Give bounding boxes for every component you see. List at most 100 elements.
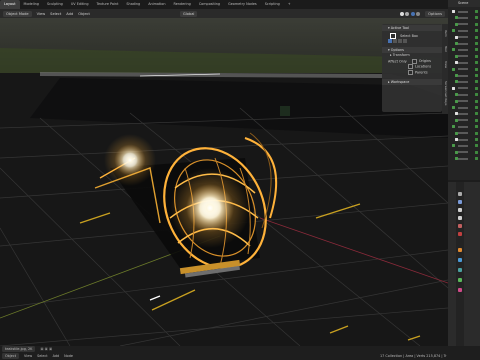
outliner-row[interactable] — [448, 143, 480, 148]
image-name-field[interactable]: teakstile.jpg, 2K — [2, 346, 36, 352]
status-menu-view[interactable]: View — [24, 353, 32, 359]
tab-animation[interactable]: Animation — [144, 0, 169, 9]
visibility-icon[interactable] — [475, 22, 478, 26]
outliner-row[interactable] — [448, 150, 480, 155]
outliner-row[interactable] — [448, 15, 480, 20]
outliner-row[interactable] — [448, 124, 480, 129]
physics-tab-icon[interactable] — [458, 278, 462, 282]
outliner-row[interactable] — [448, 131, 480, 136]
output-tab-icon[interactable] — [458, 208, 462, 212]
material-tab-icon[interactable] — [458, 288, 462, 292]
visibility-icon[interactable] — [475, 150, 478, 154]
tab-geometry-nodes[interactable]: Geometry Nodes — [224, 0, 261, 9]
outliner-row[interactable] — [448, 60, 480, 65]
visibility-icon[interactable] — [475, 29, 478, 33]
tab-rendering[interactable]: Rendering — [169, 0, 194, 9]
outliner-row[interactable] — [448, 22, 480, 27]
visibility-icon[interactable] — [475, 61, 478, 65]
properties-editor[interactable] — [448, 182, 480, 346]
origins-checkbox[interactable]: Origins — [411, 58, 431, 64]
outliner-row[interactable] — [448, 54, 480, 59]
node-editor-header: Object View Select Add Node — [2, 353, 73, 359]
outliner-row[interactable] — [448, 9, 480, 14]
visibility-icon[interactable] — [475, 16, 478, 20]
visibility-icon[interactable] — [475, 86, 478, 90]
locations-label: Locations — [415, 64, 432, 69]
outliner-row[interactable] — [448, 118, 480, 123]
tab-compositing[interactable]: Compositing — [195, 0, 224, 9]
add-workspace-button[interactable]: + — [284, 0, 295, 9]
tab-modeling[interactable]: Modeling — [20, 0, 43, 9]
visibility-icon[interactable] — [475, 35, 478, 39]
menu-add[interactable]: Add — [66, 12, 73, 16]
tab-uv-editing[interactable]: UV Editing — [67, 0, 93, 9]
outliner-row[interactable] — [448, 86, 480, 91]
visibility-icon[interactable] — [475, 93, 478, 97]
outliner-row[interactable] — [448, 156, 480, 161]
object-tab-icon[interactable] — [458, 248, 462, 252]
mode-dropdown[interactable]: Object Mode — [3, 10, 32, 17]
tab-texture-paint[interactable]: Texture Paint — [93, 0, 123, 9]
visibility-icon[interactable] — [475, 10, 478, 13]
visibility-icon[interactable] — [475, 48, 478, 52]
visibility-icon[interactable] — [475, 112, 478, 116]
outliner-row[interactable] — [448, 137, 480, 142]
visibility-icon[interactable] — [475, 131, 478, 135]
menu-object[interactable]: Object — [78, 12, 90, 16]
outliner-row[interactable] — [448, 99, 480, 104]
row-name-placeholder — [458, 55, 468, 58]
outliner-row[interactable] — [448, 79, 480, 84]
menu-select[interactable]: Select — [50, 12, 61, 16]
particles-tab-icon[interactable] — [458, 268, 462, 272]
tab-shading[interactable]: Shading — [122, 0, 144, 9]
visibility-icon[interactable] — [475, 54, 478, 58]
tool-tab-icon[interactable] — [458, 192, 462, 196]
visibility-icon[interactable] — [475, 106, 478, 109]
outliner-row[interactable] — [448, 28, 480, 33]
visibility-icon[interactable] — [475, 74, 478, 77]
visibility-icon[interactable] — [475, 138, 478, 141]
workspace-header[interactable]: ▸ Workspace — [382, 79, 442, 85]
visibility-icon[interactable] — [475, 80, 478, 84]
active-tool-header[interactable]: ▾ Active Tool — [382, 25, 442, 31]
outliner-row[interactable] — [448, 67, 480, 72]
outliner-row[interactable] — [448, 35, 480, 40]
tab-layout[interactable]: Layout — [0, 0, 20, 9]
options-dropdown[interactable]: Options — [425, 10, 445, 17]
status-menu-node[interactable]: Node — [64, 353, 73, 359]
visibility-icon[interactable] — [475, 67, 478, 71]
visibility-icon[interactable] — [475, 144, 478, 148]
visibility-icon[interactable] — [475, 125, 478, 129]
modifier-tab-icon[interactable] — [458, 258, 462, 262]
scene-tab-icon[interactable] — [458, 224, 462, 228]
visibility-icon[interactable] — [475, 42, 478, 45]
view-layer-tab-icon[interactable] — [458, 216, 462, 220]
outliner-row[interactable] — [448, 111, 480, 116]
tab-scripting[interactable]: Scripting — [261, 0, 284, 9]
status-menu-add[interactable]: Add — [53, 353, 60, 359]
image-icons[interactable]: ▣ ▣ ▣ — [40, 346, 52, 352]
select-mode-icons[interactable] — [382, 38, 442, 45]
outliner-row[interactable] — [448, 105, 480, 110]
outliner-scene-title[interactable]: Scene — [458, 1, 468, 5]
menu-view[interactable]: View — [37, 12, 46, 16]
outliner-row[interactable] — [448, 73, 480, 78]
outliner-row[interactable] — [448, 92, 480, 97]
visibility-icon[interactable] — [475, 118, 478, 122]
render-tab-icon[interactable] — [458, 200, 462, 204]
affect-only-label: Affect Only — [388, 59, 407, 63]
visibility-icon[interactable] — [475, 157, 478, 161]
tab-sculpting[interactable]: Sculpting — [43, 0, 67, 9]
3d-viewport[interactable] — [0, 18, 448, 346]
outliner-row[interactable] — [448, 41, 480, 46]
shading-mode-icons[interactable] — [399, 11, 421, 16]
parents-checkbox[interactable]: Parents — [382, 69, 442, 76]
transform-orientation-dropdown[interactable]: Global — [179, 10, 198, 17]
outliner-row[interactable] — [448, 47, 480, 52]
object-mode-dropdown[interactable]: Object — [2, 353, 20, 359]
world-tab-icon[interactable] — [458, 232, 462, 236]
visibility-icon[interactable] — [475, 99, 478, 103]
row-name-placeholder — [458, 106, 468, 109]
status-menu-select[interactable]: Select — [37, 353, 47, 359]
parents-label: Parents — [415, 70, 428, 74]
